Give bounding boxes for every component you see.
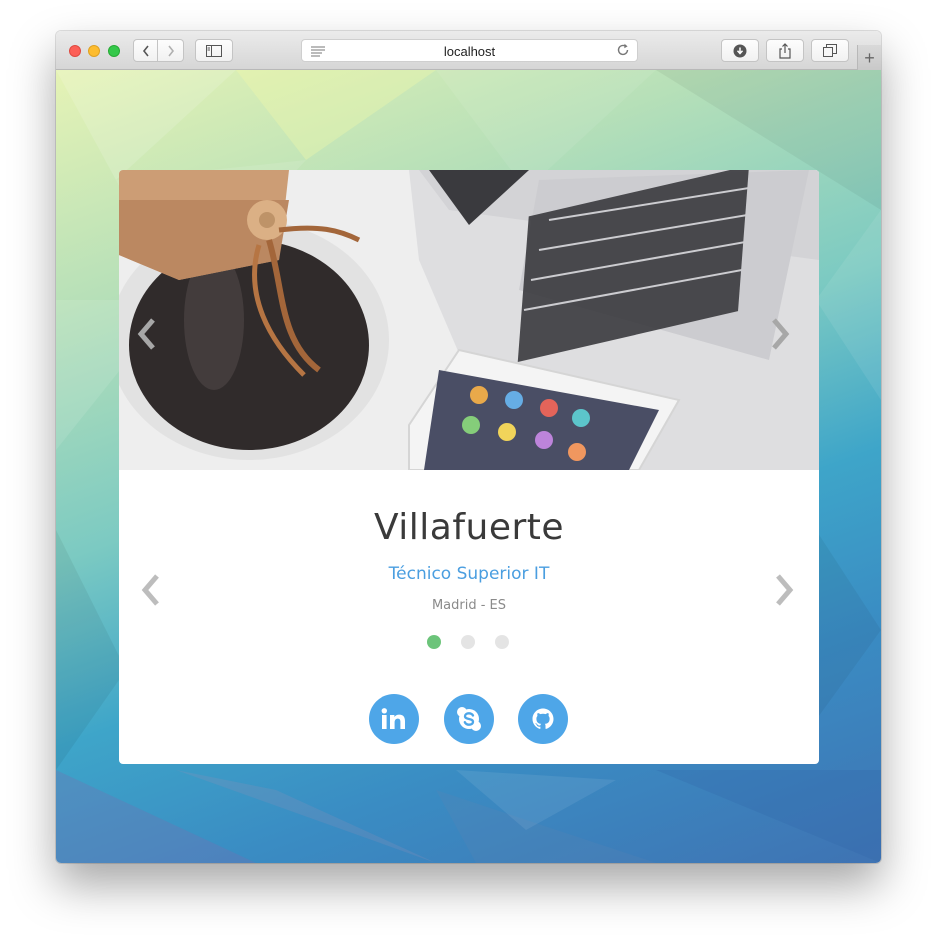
hero-prev-arrow[interactable]: [136, 317, 166, 357]
chevron-right-icon: [772, 318, 790, 350]
back-button[interactable]: [133, 39, 158, 62]
profile-card: Villafuerte Técnico Superior IT Madrid -…: [119, 170, 819, 764]
download-icon: [733, 44, 747, 57]
share-icon: [779, 42, 791, 59]
profile-location: Madrid - ES: [431, 598, 507, 613]
browser-toolbar: localhost +: [56, 31, 881, 70]
chevron-right-icon: [167, 45, 174, 56]
hero-image: [119, 170, 819, 470]
page-viewport: Villafuerte Técnico Superior IT Madrid -…: [56, 70, 881, 863]
url-text[interactable]: localhost: [302, 44, 637, 59]
slider-dot-3[interactable]: [495, 635, 509, 649]
slider-dot-2[interactable]: [461, 635, 475, 649]
zoom-window-button[interactable]: [108, 45, 120, 57]
skype-button[interactable]: [444, 694, 494, 744]
linkedin-button[interactable]: [369, 694, 419, 744]
share-button[interactable]: [766, 39, 804, 62]
tabs-icon: [823, 44, 837, 57]
hero-next-arrow[interactable]: [769, 317, 799, 357]
reload-icon[interactable]: [616, 43, 630, 57]
close-window-button[interactable]: [69, 45, 81, 57]
tab-overview-button[interactable]: [811, 39, 849, 62]
github-icon: [532, 708, 554, 729]
slider-dot-1[interactable]: [427, 635, 441, 649]
downloads-button[interactable]: [721, 39, 759, 62]
slider-dots: [427, 635, 517, 649]
chevron-left-icon: [142, 45, 149, 56]
profile-name: Villafuerte: [373, 507, 565, 548]
skype-icon: [457, 707, 481, 731]
sidebar-toggle-button[interactable]: [195, 39, 233, 62]
browser-window: localhost + Villafuerte Técnico Superior…: [56, 31, 881, 863]
profile-role: Técnico Superior IT: [388, 564, 550, 584]
chevron-left-icon: [137, 318, 155, 350]
github-button[interactable]: [518, 694, 568, 744]
minimize-window-button[interactable]: [88, 45, 100, 57]
linkedin-icon: [381, 708, 405, 729]
new-tab-button[interactable]: +: [857, 45, 881, 70]
address-bar[interactable]: localhost: [301, 39, 638, 62]
forward-button[interactable]: [158, 39, 184, 62]
sidebar-icon: [206, 44, 222, 57]
hero-photo: [119, 170, 819, 470]
